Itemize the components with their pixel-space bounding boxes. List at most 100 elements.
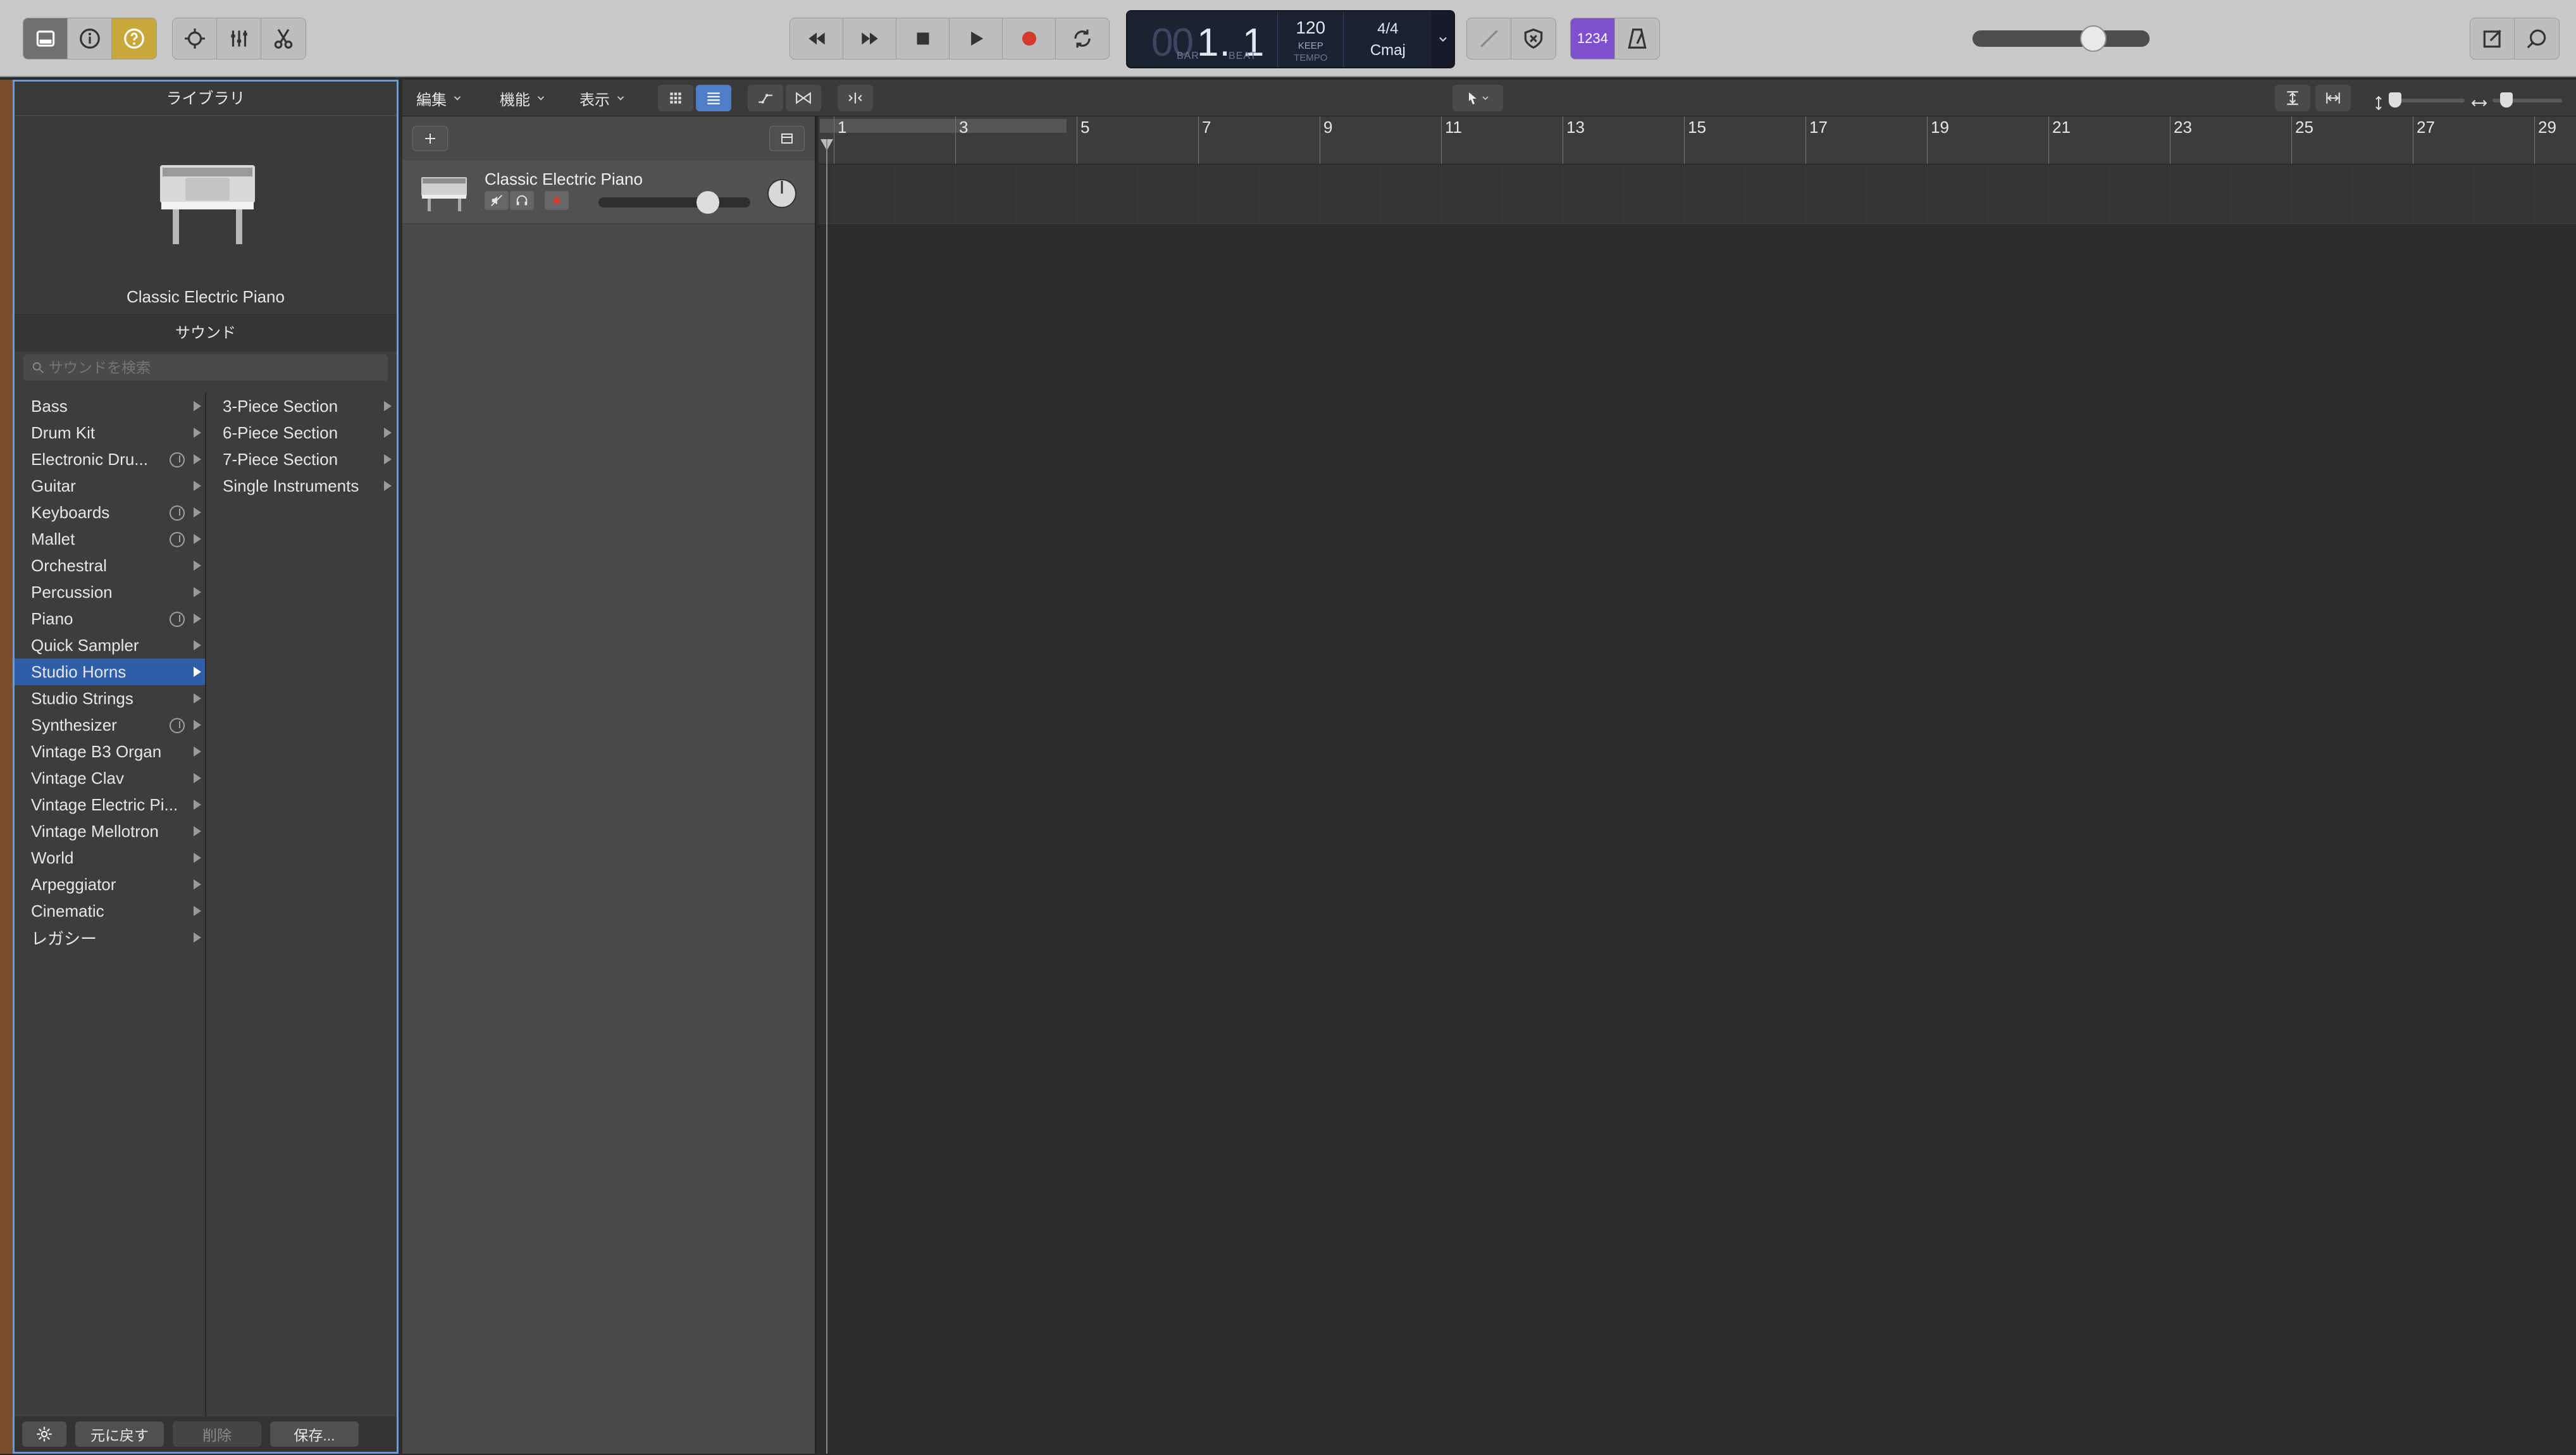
flex-button[interactable] xyxy=(786,85,821,111)
category-item[interactable]: Studio Strings xyxy=(15,685,205,712)
download-icon[interactable] xyxy=(170,718,185,733)
delete-button[interactable]: 削除 xyxy=(173,1421,261,1447)
rewind-button[interactable] xyxy=(790,18,843,59)
category-item[interactable]: レガシー xyxy=(15,924,205,951)
category-item[interactable]: Vintage Electric Pi... xyxy=(15,791,205,818)
master-volume-slider[interactable] xyxy=(1972,25,2150,52)
category-item[interactable]: Orchestral xyxy=(15,552,205,579)
category-item[interactable]: Cinematic xyxy=(15,898,205,924)
download-icon[interactable] xyxy=(170,532,185,547)
download-icon[interactable] xyxy=(170,452,185,467)
category-item[interactable]: Synthesizer xyxy=(15,712,205,738)
subcategory-item[interactable]: 3-Piece Section xyxy=(206,393,395,419)
track-header-row[interactable]: Classic Electric Piano xyxy=(402,161,815,224)
track-headers-top xyxy=(402,116,815,161)
editors-button[interactable] xyxy=(261,18,306,59)
subcategory-item[interactable]: 7-Piece Section xyxy=(206,446,395,473)
pointer-tool-menu[interactable] xyxy=(1452,85,1503,111)
library-search[interactable] xyxy=(23,354,388,381)
pan-knob[interactable] xyxy=(763,175,801,213)
category-item[interactable]: Vintage B3 Organ xyxy=(15,738,205,765)
subcategory-item[interactable]: 6-Piece Section xyxy=(206,419,395,446)
global-tracks-button[interactable] xyxy=(769,126,805,151)
track-volume-slider[interactable] xyxy=(598,191,750,214)
metronome-button[interactable] xyxy=(1615,18,1659,59)
save-button[interactable]: 保存... xyxy=(270,1421,359,1447)
category-label: Electronic Dru... xyxy=(31,449,148,469)
cycle-region[interactable] xyxy=(820,119,1067,133)
smart-controls-button[interactable] xyxy=(173,18,217,59)
category-item[interactable]: Electronic Dru... xyxy=(15,446,205,473)
category-item[interactable]: Bass xyxy=(15,393,205,419)
play-button[interactable] xyxy=(950,18,1003,59)
disclosure-arrow-icon xyxy=(384,428,392,438)
subcategory-label: Single Instruments xyxy=(223,476,359,495)
lcd-tempo[interactable]: 120 KEEP TEMPO xyxy=(1278,11,1344,67)
mixer-button[interactable] xyxy=(217,18,261,59)
track-name[interactable]: Classic Electric Piano xyxy=(485,170,643,189)
grid-view-button[interactable] xyxy=(658,85,693,111)
list-view-button[interactable] xyxy=(696,85,731,111)
category-item[interactable]: Arpeggiator xyxy=(15,871,205,898)
category-item[interactable]: Vintage Mellotron xyxy=(15,818,205,845)
playhead[interactable] xyxy=(826,139,827,1454)
notepad-button[interactable] xyxy=(2470,18,2515,59)
record-button[interactable] xyxy=(1003,18,1056,59)
stop-button[interactable] xyxy=(896,18,950,59)
lcd-position[interactable]: 00 1. 1 BAR BEAT xyxy=(1127,11,1279,67)
category-item[interactable]: Vintage Clav xyxy=(15,765,205,791)
count-in-button[interactable]: 1234 xyxy=(1571,18,1615,59)
functions-menu[interactable]: 機能 xyxy=(493,85,553,111)
library-actions-button[interactable] xyxy=(22,1421,66,1447)
category-item[interactable]: Quick Sampler xyxy=(15,632,205,659)
inspector-button[interactable] xyxy=(68,18,112,59)
view-menu[interactable]: 表示 xyxy=(573,85,633,111)
category-item[interactable]: Percussion xyxy=(15,579,205,605)
add-track-button[interactable] xyxy=(412,126,448,151)
automation-button[interactable] xyxy=(748,85,783,111)
track-volume-knob[interactable] xyxy=(697,191,719,214)
record-enable-button[interactable] xyxy=(545,191,569,210)
mute-button[interactable] xyxy=(485,191,509,210)
master-volume-knob[interactable] xyxy=(2080,25,2107,52)
vertical-zoom-handle[interactable] xyxy=(2389,92,2401,108)
browser-search-button[interactable] xyxy=(2515,18,2559,59)
tuner-button[interactable] xyxy=(1467,18,1511,59)
track-lane[interactable] xyxy=(819,164,2576,224)
download-icon[interactable] xyxy=(170,612,185,627)
right-buttons-group xyxy=(2470,18,2560,59)
solo-button[interactable] xyxy=(510,191,534,210)
category-item[interactable]: Piano xyxy=(15,605,205,632)
lcd-signature[interactable]: 4/4 Cmaj xyxy=(1344,11,1432,67)
zoom-horizontal-fit-button[interactable] xyxy=(2315,85,2351,111)
cycle-button[interactable] xyxy=(1056,18,1109,59)
scissors-icon xyxy=(274,28,293,49)
chevron-down-icon xyxy=(454,96,461,101)
category-item[interactable]: Studio Horns xyxy=(15,659,205,685)
quick-help-button[interactable] xyxy=(112,18,156,59)
library-search-input[interactable] xyxy=(49,359,365,376)
lcd-display[interactable]: 00 1. 1 BAR BEAT 120 KEEP TEMPO 4/4 Cmaj xyxy=(1126,10,1455,68)
horizontal-zoom-handle[interactable] xyxy=(2500,92,2513,108)
horizontal-zoom-slider[interactable] xyxy=(2492,92,2562,108)
bar-ruler[interactable]: 1 3 5 7 9 11 13 15 17 19 21 23 25 27 29 xyxy=(819,116,2576,164)
vertical-zoom-slider[interactable] xyxy=(2389,92,2465,108)
lcd-mode-dropdown[interactable] xyxy=(1432,11,1454,67)
window-edge xyxy=(0,80,13,1454)
revert-button[interactable]: 元に戻す xyxy=(75,1421,164,1447)
library-button[interactable] xyxy=(23,18,68,59)
download-icon[interactable] xyxy=(170,505,185,521)
replace-button[interactable] xyxy=(1511,18,1556,59)
category-item[interactable]: Drum Kit xyxy=(15,419,205,446)
zoom-vertical-fit-button[interactable] xyxy=(2275,85,2310,111)
category-item[interactable]: Keyboards xyxy=(15,499,205,526)
fast-forward-button[interactable] xyxy=(843,18,896,59)
fast-forward-icon xyxy=(861,32,878,45)
edit-menu[interactable]: 編集 xyxy=(410,85,469,111)
category-item[interactable]: World xyxy=(15,845,205,871)
category-item[interactable]: Guitar xyxy=(15,473,205,499)
category-item[interactable]: Mallet xyxy=(15,526,205,552)
catch-playhead-button[interactable] xyxy=(838,85,873,111)
arrange-area[interactable] xyxy=(819,164,2576,1454)
subcategory-item[interactable]: Single Instruments xyxy=(206,473,395,499)
